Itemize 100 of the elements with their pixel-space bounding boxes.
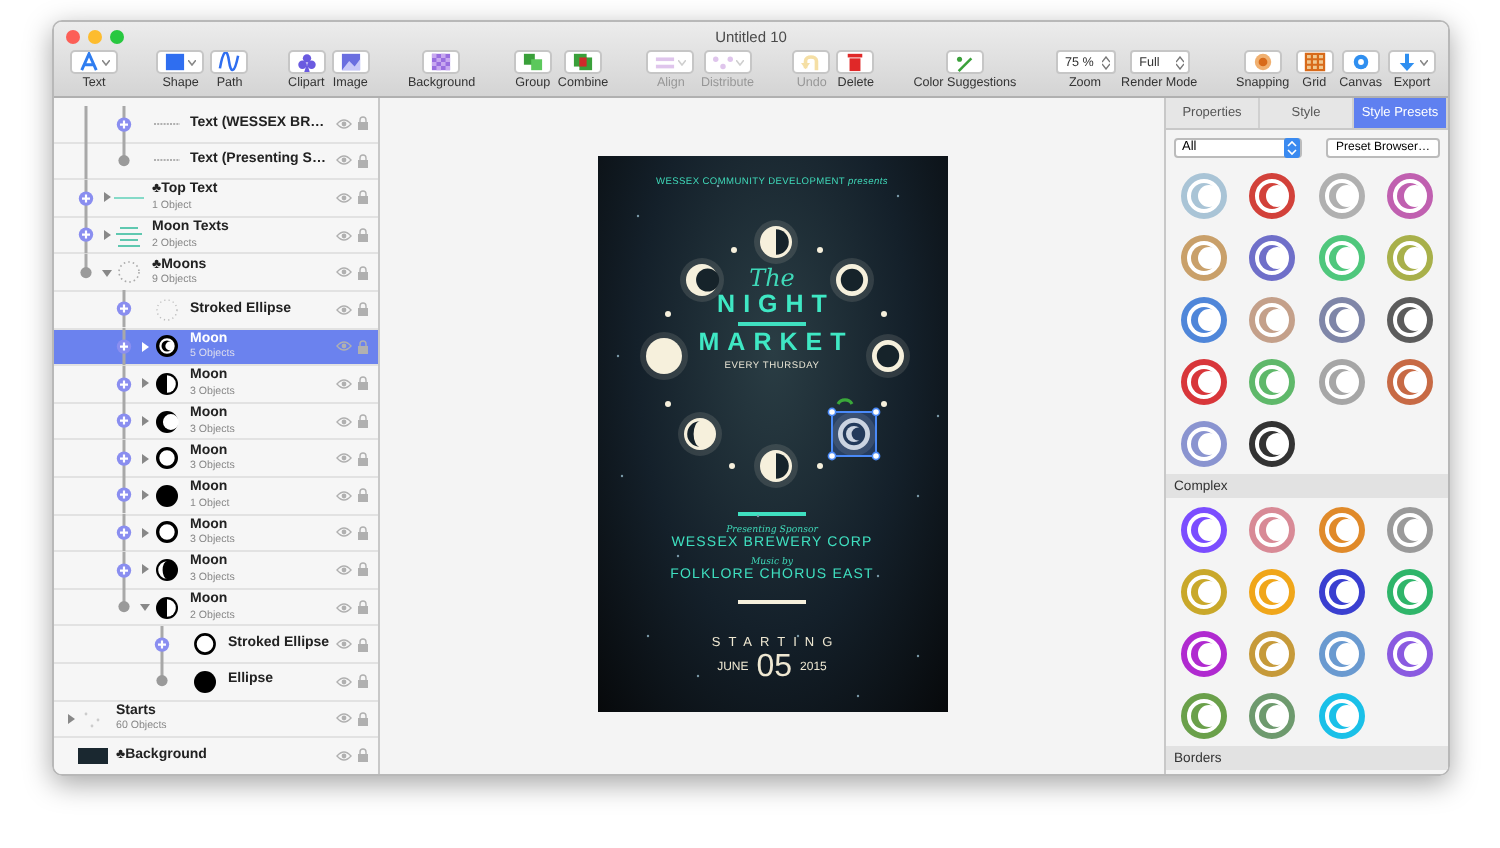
- eye-icon[interactable]: [336, 377, 352, 390]
- zoom-button[interactable]: [110, 30, 124, 44]
- lock-icon[interactable]: [358, 637, 368, 652]
- target-icon: [1251, 52, 1274, 72]
- eye-icon[interactable]: [336, 266, 352, 279]
- star-dot: [664, 401, 670, 407]
- bars-icon: [654, 52, 677, 72]
- eye-icon[interactable]: [336, 303, 352, 316]
- moon-shape[interactable]: [639, 332, 687, 380]
- stepper-arrows-icon: [1284, 137, 1300, 157]
- lock-icon[interactable]: [358, 376, 368, 391]
- add-circle-icon[interactable]: [116, 562, 132, 578]
- moon-shape[interactable]: [829, 258, 873, 302]
- lock-icon[interactable]: [358, 525, 368, 540]
- rotate-handle-icon[interactable]: [835, 398, 853, 405]
- eye-icon[interactable]: [336, 340, 352, 353]
- undo-icon: [800, 52, 823, 72]
- dot-icon: [156, 675, 168, 687]
- dotted-ring-thumbnail-icon: [114, 260, 144, 285]
- lock-icon[interactable]: [358, 228, 368, 243]
- moon-thumbnail-icon: [152, 446, 182, 471]
- style-preset[interactable]: [1385, 295, 1434, 343]
- dots-icon: [711, 52, 734, 72]
- style-preset[interactable]: [1248, 419, 1297, 467]
- lock-icon[interactable]: [358, 414, 368, 429]
- ring-thumbnail-icon: [190, 632, 220, 657]
- eye-icon[interactable]: [336, 563, 352, 576]
- lock-icon[interactable]: [358, 265, 368, 280]
- moon-shape[interactable]: [865, 334, 909, 378]
- disclosure-triangle-icon[interactable]: [139, 527, 149, 538]
- eye-icon[interactable]: [336, 601, 352, 614]
- eye-icon[interactable]: [336, 154, 352, 167]
- overlap-squares-icon: [572, 52, 595, 72]
- lock-icon[interactable]: [358, 674, 368, 689]
- style-preset[interactable]: [1317, 567, 1366, 615]
- title-text: The: [749, 266, 795, 292]
- text-lines-thumbnail-icon: [114, 223, 144, 248]
- moon-thumbnail-icon: [152, 557, 182, 582]
- disclosure-triangle-icon[interactable]: [139, 416, 149, 427]
- eye-icon[interactable]: [336, 526, 352, 539]
- close-button[interactable]: [66, 30, 80, 44]
- moon-shape[interactable]: [753, 220, 797, 264]
- star-dot: [816, 247, 822, 253]
- disclosure-triangle-icon[interactable]: [101, 230, 111, 241]
- add-circle-icon[interactable]: [116, 116, 132, 131]
- club-icon: [295, 52, 318, 72]
- text-tool-icon: [78, 52, 100, 72]
- add-circle-icon[interactable]: [116, 451, 132, 466]
- star-dot: [728, 463, 734, 469]
- add-circle-icon[interactable]: [116, 302, 132, 317]
- eye-icon[interactable]: [336, 712, 352, 725]
- squares-icon: [521, 52, 544, 72]
- disclosure-triangle-icon[interactable]: [139, 378, 149, 389]
- disclosure-triangle-icon[interactable]: [139, 564, 149, 575]
- grid-icon: [1303, 52, 1326, 72]
- star-dot: [880, 401, 886, 407]
- disclosure-triangle-icon[interactable]: [139, 490, 149, 501]
- lock-icon[interactable]: [358, 451, 368, 466]
- lock-icon[interactable]: [358, 488, 368, 503]
- add-circle-icon[interactable]: [78, 227, 94, 243]
- lock-icon[interactable]: [358, 748, 368, 763]
- disclosure-triangle-icon[interactable]: [101, 192, 111, 203]
- add-circle-icon[interactable]: [154, 637, 170, 652]
- lock-icon[interactable]: [358, 562, 368, 577]
- trash-icon: [844, 52, 867, 72]
- eye-icon[interactable]: [336, 415, 352, 428]
- eye-icon[interactable]: [336, 229, 352, 242]
- star-dot: [880, 311, 886, 317]
- eye-icon[interactable]: [336, 749, 352, 762]
- lock-icon[interactable]: [358, 116, 368, 131]
- lock-icon[interactable]: [358, 302, 368, 317]
- eye-icon[interactable]: [336, 489, 352, 502]
- eye-icon[interactable]: [336, 675, 352, 688]
- eye-icon[interactable]: [336, 638, 352, 651]
- disclosure-triangle-icon[interactable]: [101, 267, 111, 278]
- minimize-button[interactable]: [88, 30, 102, 44]
- lock-icon[interactable]: [358, 153, 368, 168]
- lock-icon[interactable]: [358, 339, 368, 354]
- add-circle-icon[interactable]: [78, 190, 94, 206]
- eye-icon[interactable]: [336, 191, 352, 204]
- disclosure-triangle-icon[interactable]: [139, 602, 149, 613]
- gear-icon: [1349, 52, 1372, 72]
- caret-icon: [678, 59, 687, 65]
- add-circle-icon[interactable]: [116, 339, 132, 354]
- moon-shape[interactable]: [753, 444, 797, 488]
- disclosure-triangle-icon[interactable]: [139, 341, 149, 352]
- disclosure-triangle-icon[interactable]: [139, 453, 149, 464]
- lock-icon[interactable]: [358, 600, 368, 615]
- add-circle-icon[interactable]: [116, 413, 132, 429]
- moon-thumbnail-icon: [152, 334, 182, 359]
- add-circle-icon[interactable]: [116, 488, 132, 503]
- moon-thumbnail-icon: [152, 409, 182, 434]
- lock-icon[interactable]: [358, 190, 368, 205]
- lock-icon[interactable]: [358, 711, 368, 726]
- add-circle-icon[interactable]: [116, 376, 132, 392]
- moon-shape[interactable]: [677, 412, 721, 456]
- eye-icon[interactable]: [336, 452, 352, 465]
- disclosure-triangle-icon[interactable]: [65, 713, 75, 724]
- eye-icon[interactable]: [336, 117, 352, 130]
- add-circle-icon[interactable]: [116, 525, 132, 540]
